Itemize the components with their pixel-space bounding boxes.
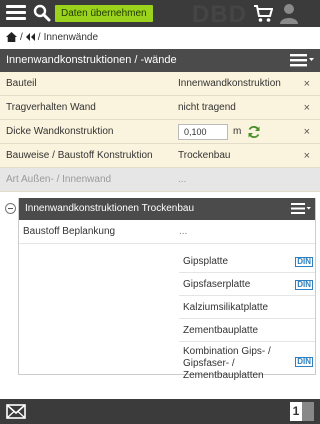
option-label: Gipsfaserplatte bbox=[183, 279, 251, 290]
page-1-button[interactable]: 1 bbox=[290, 402, 302, 421]
din-badge[interactable]: DIN bbox=[295, 280, 313, 290]
breadcrumb: / / Innenwände bbox=[6, 30, 98, 44]
clear-icon[interactable]: × bbox=[304, 72, 310, 96]
clear-icon[interactable]: × bbox=[304, 120, 310, 144]
row-value: nicht tragend bbox=[178, 102, 236, 113]
breadcrumb-separator: / bbox=[20, 31, 23, 43]
option-item[interactable]: Gipsfaserplatte DIN bbox=[179, 273, 315, 296]
panel-title: Innenwandkonstruktionen / -wände bbox=[6, 54, 177, 66]
filter-panel: Innenwandkonstruktionen / -wände Bauteil… bbox=[0, 49, 320, 192]
mail-icon[interactable] bbox=[6, 404, 26, 419]
row-tragverhalten[interactable]: Tragverhalten Wand nicht tragend × bbox=[0, 96, 320, 120]
row-value: Innenwandkonstruktion bbox=[178, 78, 281, 89]
logo: DBD bbox=[192, 1, 247, 28]
row-label: Baustoff Beplankung bbox=[23, 226, 116, 237]
row-label: Bauteil bbox=[6, 78, 37, 89]
footer-bar: 1 2 bbox=[0, 399, 320, 424]
option-item[interactable]: Zementbauplatte bbox=[179, 319, 315, 342]
din-badge[interactable]: DIN bbox=[295, 357, 313, 367]
row-value: ... bbox=[178, 174, 187, 185]
row-label: Art Außen- / Innenwand bbox=[6, 174, 112, 185]
user-avatar-icon[interactable] bbox=[279, 2, 299, 24]
row-dicke: Dicke Wandkonstruktion m × bbox=[0, 120, 320, 144]
option-item[interactable]: Kombination Gips- / Gipsfaser- / Zementb… bbox=[179, 342, 315, 381]
option-list: Gipsplatte DIN Gipsfaserplatte DIN Kalzi… bbox=[19, 244, 315, 381]
unit-label: m bbox=[233, 126, 242, 137]
row-bauweise[interactable]: Bauweise / Baustoff Konstruktion Trocken… bbox=[0, 144, 320, 168]
breadcrumb-separator: / bbox=[37, 31, 41, 43]
refresh-icon[interactable] bbox=[247, 125, 261, 139]
breadcrumb-current[interactable]: Innenwände bbox=[44, 32, 99, 43]
panel-header: Innenwandkonstruktionen / -wände bbox=[0, 49, 320, 72]
option-label: Zementbauplatte bbox=[183, 325, 259, 336]
row-label: Tragverhalten Wand bbox=[6, 102, 96, 113]
cart-icon[interactable] bbox=[253, 4, 273, 23]
subpanel-header: Innenwandkonstruktionen Trockenbau bbox=[19, 198, 315, 220]
option-item[interactable]: Gipsplatte DIN bbox=[179, 250, 315, 273]
thickness-input[interactable] bbox=[178, 124, 228, 140]
row-value: ... bbox=[179, 226, 188, 237]
collapse-icon[interactable] bbox=[5, 203, 16, 214]
panel-menu-icon[interactable] bbox=[290, 54, 314, 67]
clear-icon[interactable]: × bbox=[304, 144, 310, 168]
search-icon[interactable] bbox=[33, 4, 51, 22]
row-bauteil[interactable]: Bauteil Innenwandkonstruktion × bbox=[0, 72, 320, 96]
row-baustoff-beplankung[interactable]: Baustoff Beplankung ... bbox=[19, 220, 315, 244]
apply-data-button[interactable]: Daten übernehmen bbox=[55, 5, 153, 22]
option-label: Gipsplatte bbox=[183, 256, 229, 267]
option-label: Kalziumsilikatplatte bbox=[183, 302, 269, 313]
back-arrows-icon[interactable] bbox=[25, 33, 35, 41]
row-label: Bauweise / Baustoff Konstruktion bbox=[6, 150, 153, 161]
din-badge[interactable]: DIN bbox=[295, 257, 313, 267]
hamburger-menu-icon[interactable] bbox=[6, 5, 26, 21]
clear-icon[interactable]: × bbox=[304, 96, 310, 120]
subpanel-menu-icon[interactable] bbox=[291, 203, 311, 215]
top-bar: Daten übernehmen DBD bbox=[0, 0, 320, 28]
option-item[interactable]: Kalziumsilikatplatte bbox=[179, 296, 315, 319]
subpanel-title: Innenwandkonstruktionen Trockenbau bbox=[25, 203, 195, 214]
subpanel: Innenwandkonstruktionen Trockenbau Baust… bbox=[18, 198, 316, 381]
page-switcher: 1 2 bbox=[290, 402, 314, 421]
row-art-wand: Art Außen- / Innenwand ... bbox=[0, 168, 320, 192]
home-icon[interactable] bbox=[6, 32, 17, 42]
row-value: Trockenbau bbox=[178, 150, 231, 161]
page-2-button[interactable]: 2 bbox=[302, 402, 314, 421]
option-label: Kombination Gips- / Gipsfaser- / Zementb… bbox=[183, 346, 271, 381]
row-label: Dicke Wandkonstruktion bbox=[6, 126, 114, 137]
